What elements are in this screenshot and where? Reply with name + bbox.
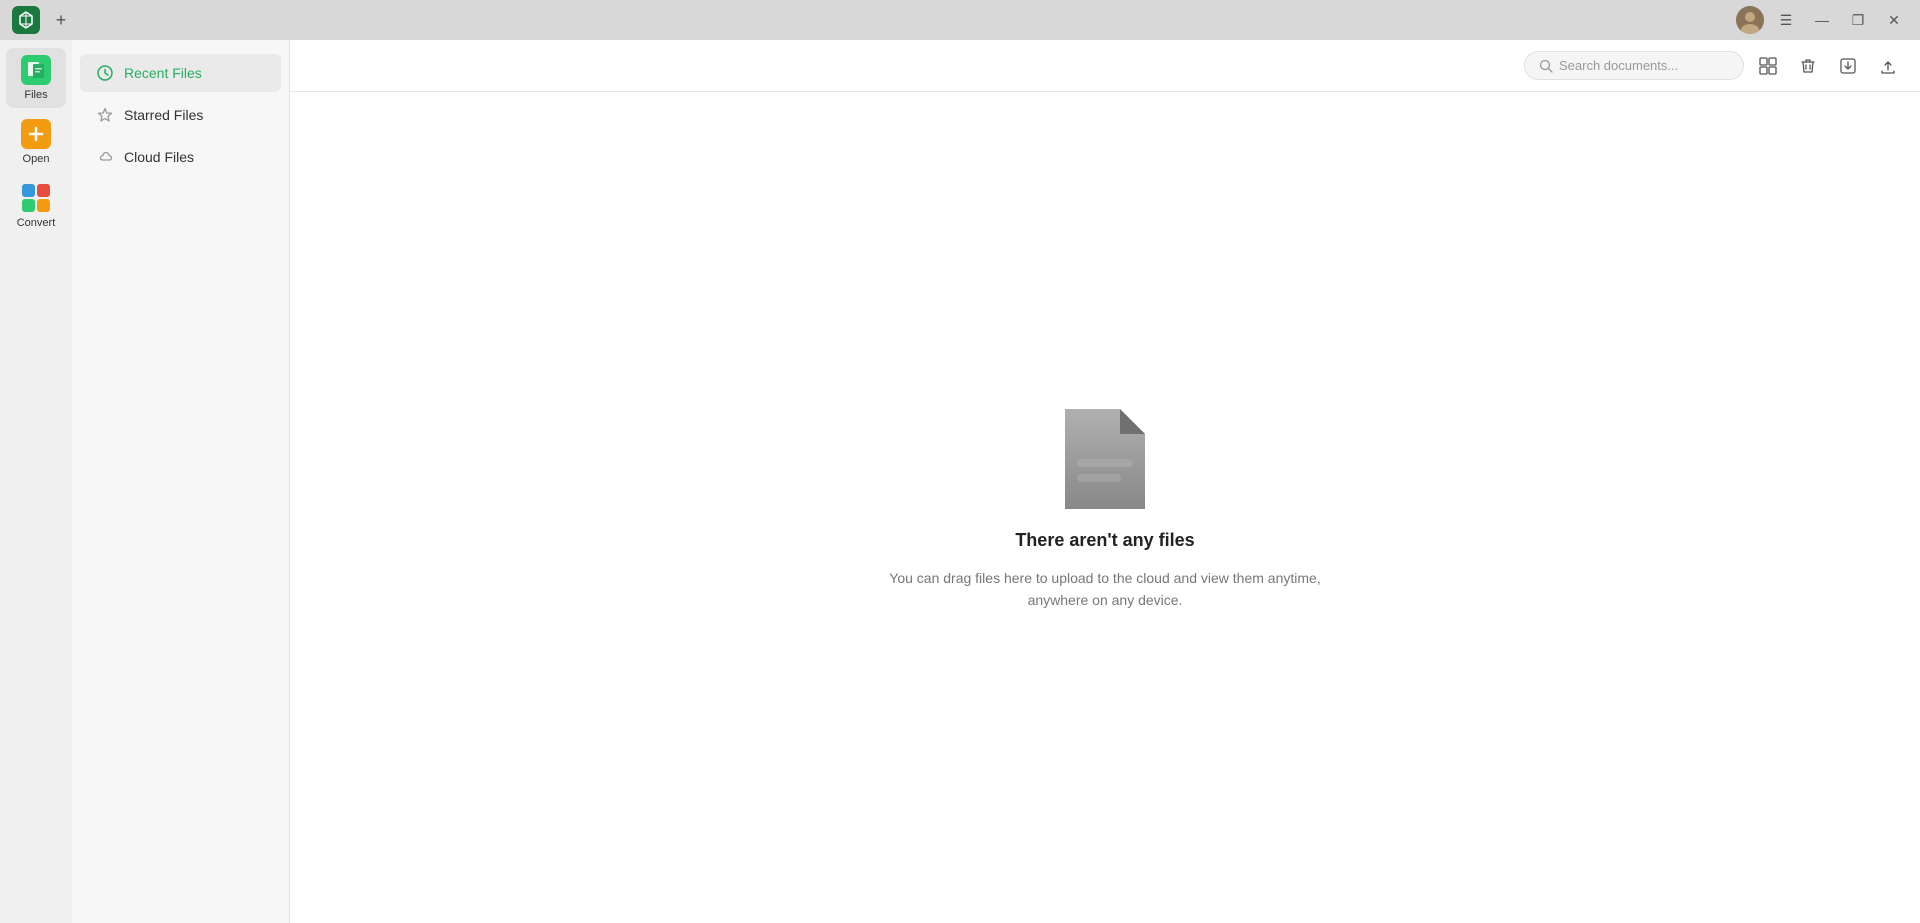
titlebar-right: ☰ — ❐ ✕: [1736, 6, 1908, 34]
empty-state-title: There aren't any files: [1015, 530, 1194, 551]
nav-sidebar: Recent Files Starred Files Cloud Files: [72, 40, 290, 923]
search-placeholder: Search documents...: [1559, 58, 1678, 73]
files-label: Files: [24, 89, 47, 101]
open-label: Open: [23, 153, 50, 165]
grid-view-button[interactable]: [1752, 50, 1784, 82]
convert-icon: [21, 183, 51, 213]
nav-item-starred[interactable]: Starred Files: [80, 96, 281, 134]
recent-icon: [96, 64, 114, 82]
maximize-button[interactable]: ❐: [1844, 6, 1872, 34]
open-icon: [21, 119, 51, 149]
minimize-button[interactable]: —: [1808, 6, 1836, 34]
convert-label: Convert: [17, 217, 56, 229]
download-button[interactable]: [1832, 50, 1864, 82]
icon-sidebar: Files Open Conv: [0, 40, 72, 923]
recent-label: Recent Files: [124, 65, 202, 81]
nav-item-recent[interactable]: Recent Files: [80, 54, 281, 92]
new-tab-button[interactable]: +: [50, 9, 72, 31]
search-box[interactable]: Search documents...: [1524, 51, 1744, 80]
close-button[interactable]: ✕: [1880, 6, 1908, 34]
sidebar-item-files[interactable]: Files: [6, 48, 66, 108]
star-icon: [96, 106, 114, 124]
sidebar-item-open[interactable]: Open: [6, 112, 66, 172]
search-icon: [1539, 59, 1553, 73]
app-logo: [12, 6, 40, 34]
cloud-icon: [96, 148, 114, 166]
starred-label: Starred Files: [124, 107, 203, 123]
titlebar: + ☰ — ❐ ✕: [0, 0, 1920, 40]
app-body: Files Open Conv: [0, 40, 1920, 923]
empty-file-illustration: [1055, 404, 1155, 514]
empty-state-description: You can drag files here to upload to the…: [889, 567, 1320, 612]
upload-button[interactable]: [1872, 50, 1904, 82]
empty-state: There aren't any files You can drag file…: [290, 92, 1920, 923]
user-avatar[interactable]: [1736, 6, 1764, 34]
menu-button[interactable]: ☰: [1772, 6, 1800, 34]
toolbar: Search documents...: [290, 40, 1920, 92]
nav-item-cloud[interactable]: Cloud Files: [80, 138, 281, 176]
sidebar-item-convert[interactable]: Convert: [6, 176, 66, 236]
trash-button[interactable]: [1792, 50, 1824, 82]
cloud-label: Cloud Files: [124, 149, 194, 165]
files-icon: [21, 55, 51, 85]
main-content: Search documents...: [290, 40, 1920, 923]
titlebar-left: +: [12, 6, 72, 34]
